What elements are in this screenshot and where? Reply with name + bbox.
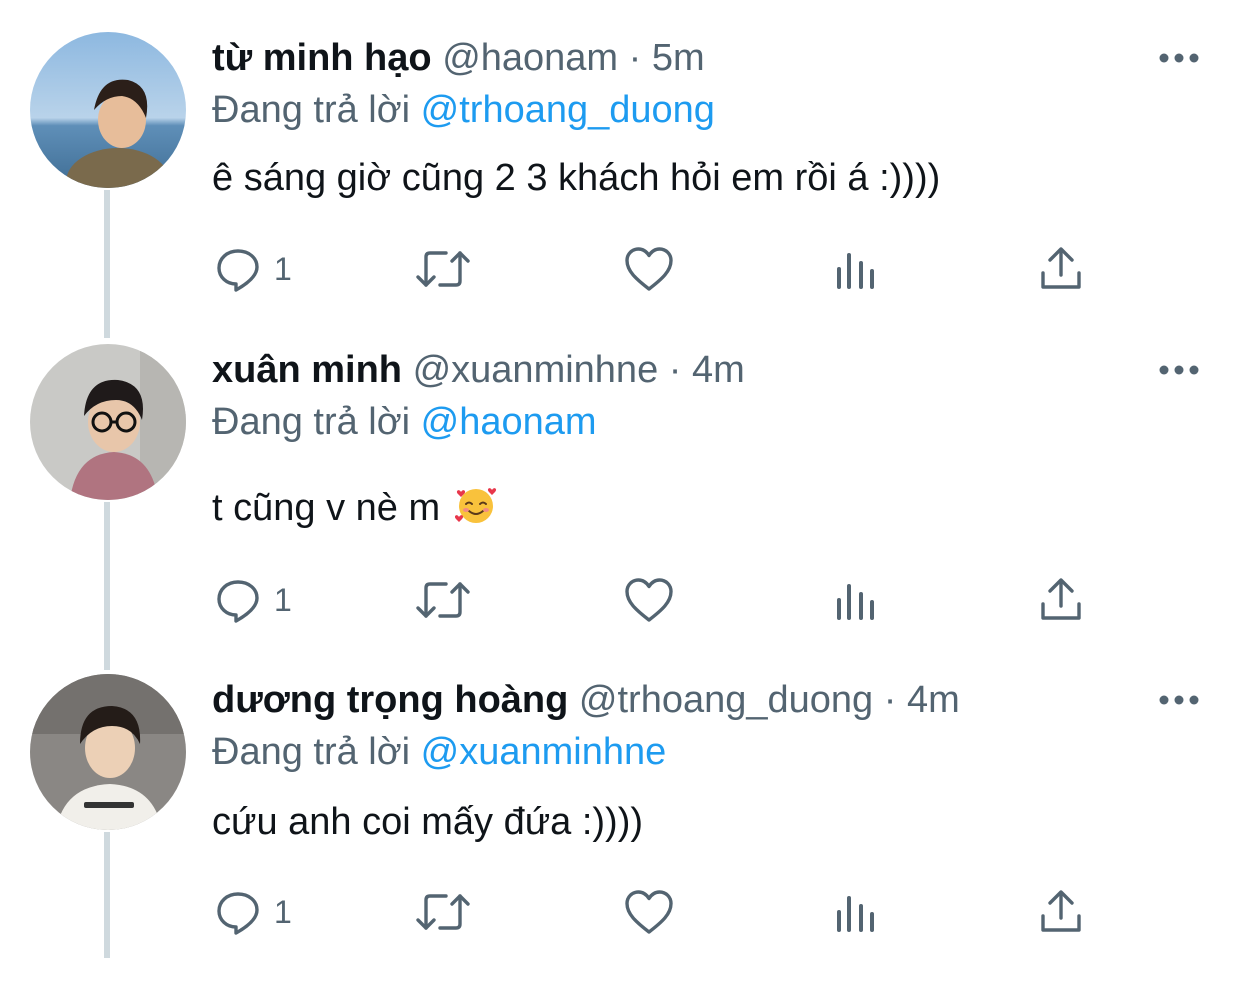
tweet-header: từ minh hạo @haonam · 5m [212,34,705,82]
smiling-face-with-hearts-icon [454,484,497,526]
mention-link[interactable]: @xuanminhne [421,731,667,773]
reply-count: 1 [274,250,292,287]
analytics-button[interactable] [834,574,878,626]
tweet-header: dương trọng hoàng @trhoang_duong · 4m [212,676,960,724]
reply-icon [214,888,262,936]
retweet-button[interactable] [414,243,472,295]
display-name[interactable]: dương trọng hoàng [212,679,568,721]
reply-icon [214,576,262,624]
timestamp[interactable]: 5m [652,37,705,79]
more-icon[interactable] [1158,48,1200,68]
share-button[interactable] [1038,243,1084,295]
retweet-icon [414,576,472,624]
retweet-button[interactable] [414,886,472,938]
action-bar: 1 [212,243,1092,295]
tweet[interactable]: xuân minh @xuanminhne · 4m Đang trả lời … [0,344,1242,674]
tweet-text: cứu anh coi mấy đứa :)))) [212,801,644,843]
reply-button[interactable]: 1 [214,886,292,938]
replying-to-label: Đang trả lời [212,401,411,443]
tweet-text: ê sáng giờ cũng 2 3 khách hỏi em rồi á :… [212,157,941,199]
reply-button[interactable]: 1 [214,243,292,295]
username[interactable]: @xuanminhne [413,349,659,391]
like-icon [624,576,674,624]
like-button[interactable] [624,243,674,295]
replying-to-label: Đang trả lời [212,731,411,773]
avatar[interactable] [30,344,186,500]
replying-to: Đang trả lời @trhoang_duong [212,86,715,134]
reply-count: 1 [274,893,292,930]
share-button[interactable] [1038,886,1084,938]
share-icon [1038,576,1084,624]
analytics-button[interactable] [834,886,878,938]
like-icon [624,245,674,293]
like-button[interactable] [624,574,674,626]
replying-to-label: Đang trả lời [212,89,411,131]
share-icon [1038,888,1084,936]
separator: · [668,349,682,391]
share-button[interactable] [1038,574,1084,626]
reply-count: 1 [274,581,292,618]
timestamp[interactable]: 4m [692,349,745,391]
tweet[interactable]: dương trọng hoàng @trhoang_duong · 4m Đa… [0,674,1242,1004]
mention-link[interactable]: @trhoang_duong [421,89,715,131]
separator: · [883,679,897,721]
retweet-icon [414,245,472,293]
replying-to: Đang trả lời @xuanminhne [212,728,666,776]
tweet-text-block: t cũng v nè m [212,484,497,532]
tweet[interactable]: từ minh hạo @haonam · 5m Đang trả lời @t… [0,32,1242,362]
tweet-header: xuân minh @xuanminhne · 4m [212,346,745,394]
username[interactable]: @trhoang_duong [579,679,873,721]
analytics-icon [834,245,878,293]
retweet-button[interactable] [414,574,472,626]
timestamp[interactable]: 4m [907,679,960,721]
analytics-icon [834,888,878,936]
analytics-button[interactable] [834,243,878,295]
display-name[interactable]: từ minh hạo [212,37,432,79]
more-icon[interactable] [1158,690,1200,710]
username[interactable]: @haonam [442,37,618,79]
mention-link[interactable]: @haonam [421,401,597,443]
avatar[interactable] [30,32,186,188]
more-icon[interactable] [1158,360,1200,380]
reply-icon [214,245,262,293]
avatar[interactable] [30,674,186,830]
tweet-text: t cũng v nè m [212,487,441,529]
separator: · [628,37,642,79]
retweet-icon [414,888,472,936]
action-bar: 1 [212,574,1092,626]
replying-to: Đang trả lời @haonam [212,398,597,446]
action-bar: 1 [212,886,1092,938]
display-name[interactable]: xuân minh [212,349,402,391]
like-icon [624,888,674,936]
analytics-icon [834,576,878,624]
reply-button[interactable]: 1 [214,574,292,626]
share-icon [1038,245,1084,293]
like-button[interactable] [624,886,674,938]
